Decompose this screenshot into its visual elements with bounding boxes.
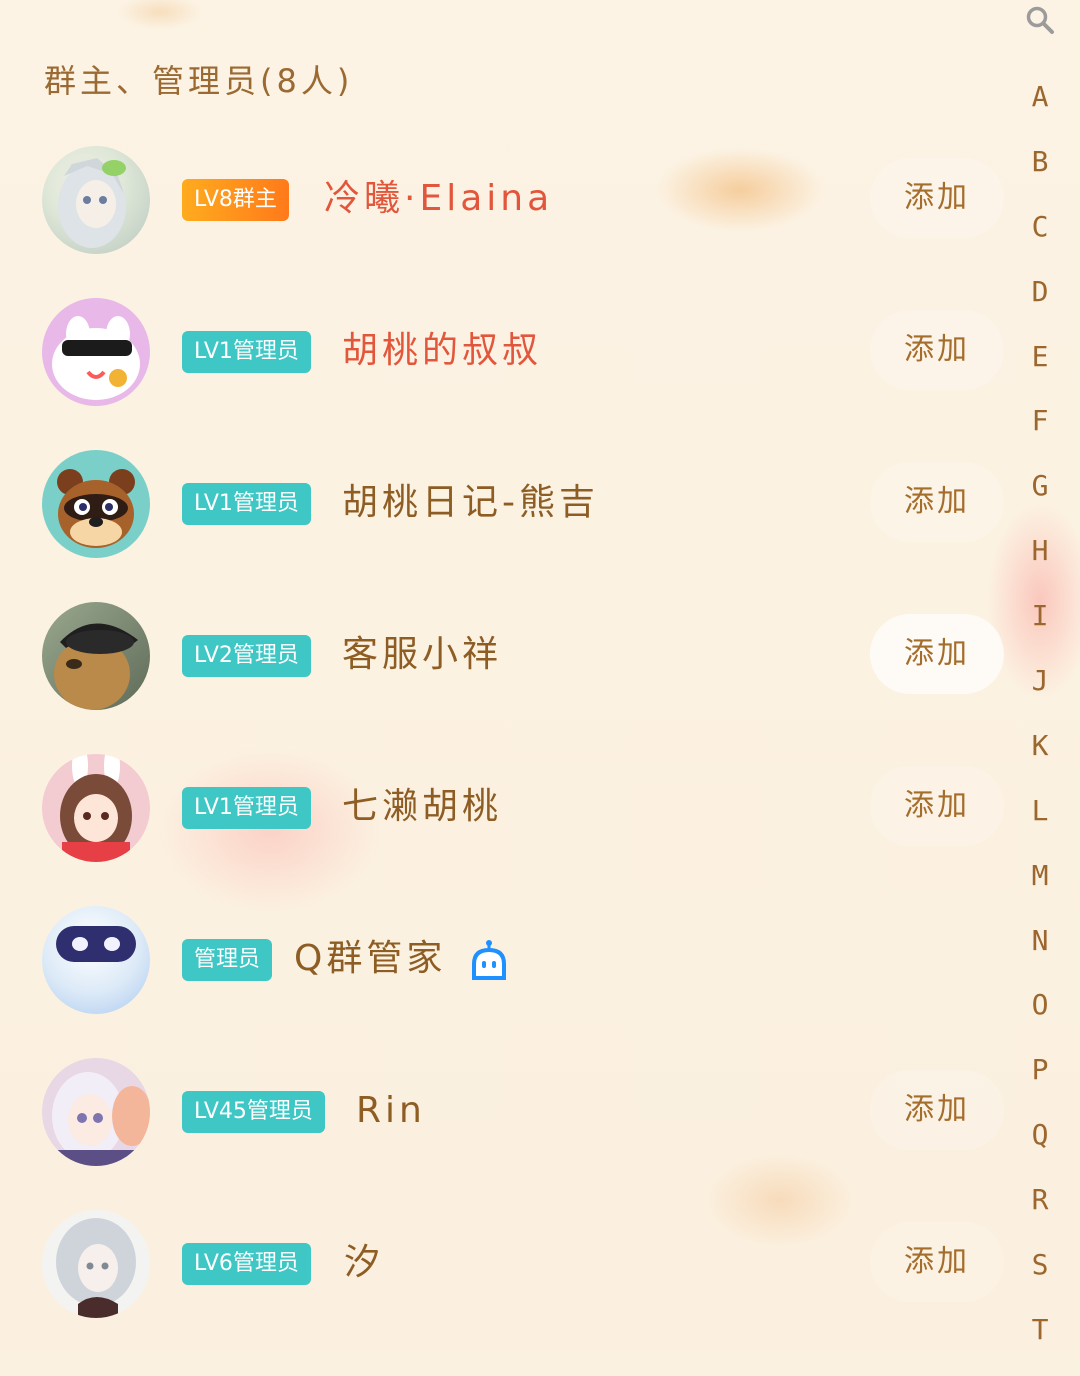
member-row[interactable]: 管理员 Q群管家	[0, 906, 1010, 1026]
index-letter-d[interactable]: D	[1020, 273, 1060, 338]
member-name[interactable]: 胡桃的叔叔	[342, 326, 542, 376]
index-letter-l[interactable]: L	[1020, 792, 1060, 857]
search-icon[interactable]	[1024, 4, 1056, 36]
index-letter-j[interactable]: J	[1020, 662, 1060, 727]
avatar-art	[56, 1218, 136, 1318]
add-friend-button[interactable]: 添加	[870, 462, 1004, 542]
avatar[interactable]	[42, 754, 150, 862]
avatar-art	[56, 926, 136, 962]
member-name[interactable]: 汐	[344, 1238, 384, 1288]
member-row[interactable]: LV6管理员 汐 添加	[0, 1210, 1010, 1330]
index-letter-s[interactable]: S	[1020, 1246, 1060, 1311]
index-letter-b[interactable]: B	[1020, 143, 1060, 208]
role-badge: LV45管理员	[182, 1091, 325, 1133]
add-friend-button[interactable]: 添加	[870, 310, 1004, 390]
role-badge: LV8群主	[182, 179, 289, 221]
role-badge: LV1管理员	[182, 331, 311, 373]
member-row[interactable]: LV1管理员 胡桃日记-熊吉 添加	[0, 450, 1010, 570]
role-badge: LV6管理员	[182, 1243, 311, 1285]
index-letter-g[interactable]: G	[1020, 467, 1060, 532]
member-name[interactable]: 冷曦·Elaina	[324, 174, 553, 224]
avatar[interactable]	[42, 146, 150, 254]
index-letter-q[interactable]: Q	[1020, 1116, 1060, 1181]
avatar-art	[57, 469, 135, 548]
member-row[interactable]: LV2管理员 客服小祥 添加	[0, 602, 1010, 722]
avatar[interactable]	[42, 298, 150, 406]
add-friend-button[interactable]: 添加	[870, 1070, 1004, 1150]
index-letter-a[interactable]: A	[1020, 78, 1060, 143]
index-letter-r[interactable]: R	[1020, 1181, 1060, 1246]
index-letter-m[interactable]: M	[1020, 857, 1060, 922]
role-badge: LV1管理员	[182, 787, 311, 829]
add-friend-button[interactable]: 添加	[870, 766, 1004, 846]
index-letter-p[interactable]: P	[1020, 1051, 1060, 1116]
avatar[interactable]	[42, 1058, 150, 1166]
member-row[interactable]: LV1管理员 胡桃的叔叔 添加	[0, 298, 1010, 418]
add-friend-button[interactable]: 添加	[870, 614, 1004, 694]
member-name[interactable]: 七濑胡桃	[342, 782, 502, 832]
member-row[interactable]: LV1管理员 七濑胡桃 添加	[0, 754, 1010, 874]
avatar[interactable]	[42, 906, 150, 1014]
index-letter-o[interactable]: O	[1020, 986, 1060, 1051]
index-letter-t[interactable]: T	[1020, 1311, 1060, 1376]
index-letter-n[interactable]: N	[1020, 922, 1060, 987]
avatar[interactable]	[42, 602, 150, 710]
add-friend-button[interactable]: 添加	[870, 158, 1004, 238]
role-badge: LV1管理员	[182, 483, 311, 525]
index-letter-f[interactable]: F	[1020, 402, 1060, 467]
role-badge: 管理员	[182, 939, 273, 981]
avatar-art	[58, 158, 126, 248]
avatar-art	[60, 754, 132, 862]
avatar[interactable]	[42, 450, 150, 558]
member-row[interactable]: LV8群主 冷曦·Elaina 添加	[0, 146, 1010, 266]
index-letter-c[interactable]: C	[1020, 208, 1060, 273]
member-name[interactable]: Rin	[356, 1086, 426, 1136]
robot-icon	[472, 940, 506, 980]
index-letter-k[interactable]: K	[1020, 727, 1060, 792]
avatar-art	[52, 316, 140, 400]
member-name[interactable]: Q群管家	[294, 934, 446, 984]
role-badge: LV2管理员	[182, 635, 311, 677]
index-letter-e[interactable]: E	[1020, 338, 1060, 403]
add-friend-button[interactable]: 添加	[870, 1222, 1004, 1302]
alphabet-index[interactable]: A B C D E F G H I J K L M N O P Q R S T	[1020, 78, 1060, 1376]
index-letter-i[interactable]: I	[1020, 597, 1060, 662]
avatar-art	[52, 1072, 150, 1166]
avatar-art	[54, 623, 138, 710]
index-letter-h[interactable]: H	[1020, 532, 1060, 597]
avatar[interactable]	[42, 1210, 150, 1318]
section-title: 群主、管理员(8人)	[44, 62, 354, 100]
member-name[interactable]: 胡桃日记-熊吉	[342, 478, 599, 528]
member-row[interactable]: LV45管理员 Rin 添加	[0, 1058, 1010, 1178]
member-name[interactable]: 客服小祥	[342, 630, 502, 680]
